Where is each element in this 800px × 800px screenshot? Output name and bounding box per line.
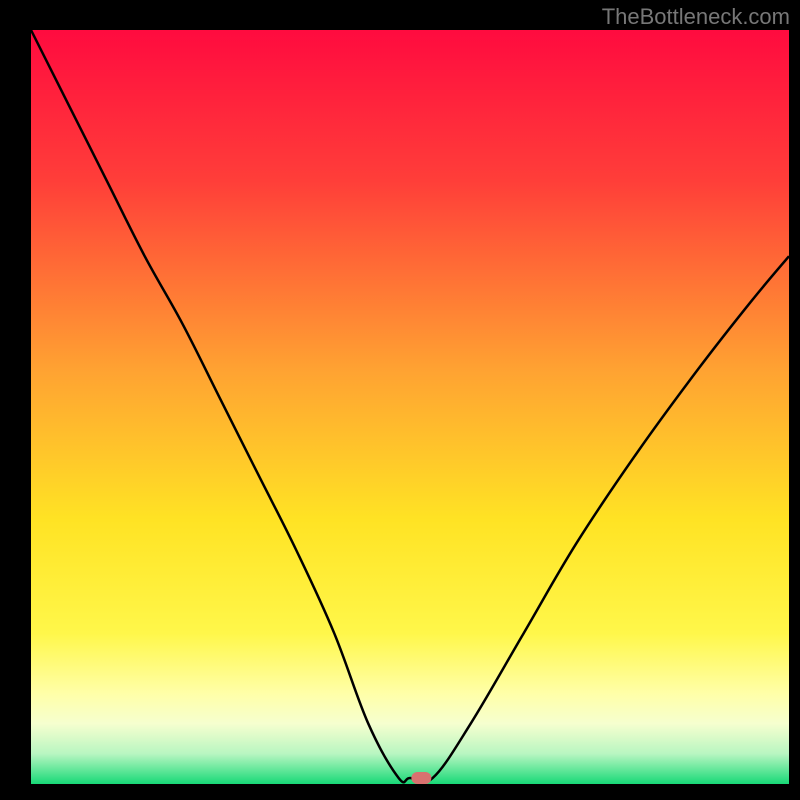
attribution-text: TheBottleneck.com xyxy=(602,4,790,30)
plot-background xyxy=(31,30,789,784)
chart-container: TheBottleneck.com xyxy=(0,0,800,800)
optimal-marker xyxy=(411,772,431,784)
bottleneck-chart xyxy=(0,0,800,800)
